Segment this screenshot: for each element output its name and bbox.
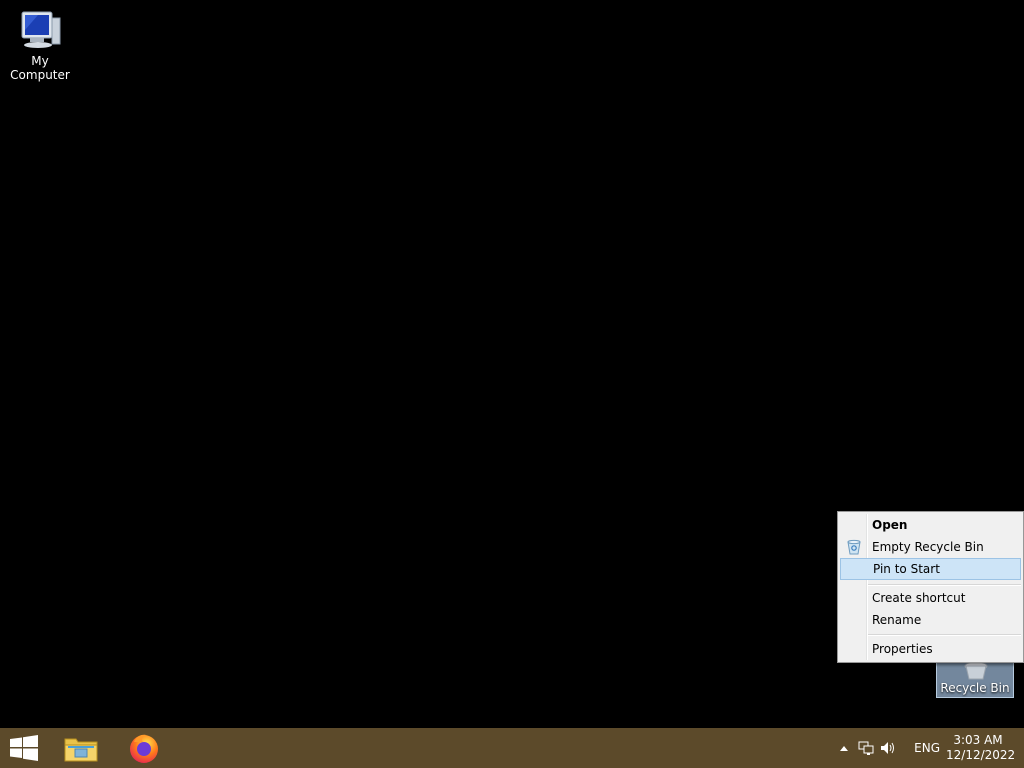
language-indicator[interactable]: ENG xyxy=(914,728,940,768)
menu-separator xyxy=(868,634,1021,636)
show-hidden-icons-chevron[interactable] xyxy=(838,728,850,768)
system-tray: ENG 3:03 AM 12/12/2022 xyxy=(824,728,1024,768)
volume-tray-button[interactable] xyxy=(879,728,897,768)
chevron-up-icon xyxy=(840,746,848,751)
clock-date: 12/12/2022 xyxy=(946,748,1016,762)
menu-item-properties[interactable]: Properties xyxy=(840,638,1021,660)
volume-icon xyxy=(881,742,894,754)
network-icon xyxy=(858,741,874,755)
firefox-icon xyxy=(130,734,158,763)
recycle-bin-small-icon xyxy=(847,539,861,555)
taskbar-firefox[interactable] xyxy=(120,728,168,768)
menu-item-label: Rename xyxy=(872,613,922,627)
menu-item-rename[interactable]: Rename xyxy=(840,609,1021,631)
menu-item-label: Pin to Start xyxy=(873,562,940,576)
menu-item-label: Create shortcut xyxy=(872,591,966,605)
menu-item-label: Open xyxy=(872,518,908,532)
menu-item-create-shortcut[interactable]: Create shortcut xyxy=(840,587,1021,609)
taskbar-clock[interactable]: 3:03 AM 12/12/2022 xyxy=(946,733,1016,763)
context-menu: Open Empty Recycle Bin Pin to Start Crea… xyxy=(837,511,1024,663)
taskbar: ENG 3:03 AM 12/12/2022 xyxy=(0,728,1024,768)
menu-item-empty-recycle-bin[interactable]: Empty Recycle Bin xyxy=(840,536,1021,558)
menu-item-open[interactable]: Open xyxy=(840,514,1021,536)
taskbar-file-explorer[interactable] xyxy=(57,728,105,768)
network-tray-button[interactable] xyxy=(857,728,875,768)
clock-time: 3:03 AM xyxy=(953,733,1003,747)
desktop-icon-label: Recycle Bin xyxy=(940,681,1010,695)
start-button[interactable] xyxy=(0,728,48,768)
menu-item-pin-to-start[interactable]: Pin to Start xyxy=(840,558,1021,580)
recycle-bin-icon xyxy=(964,661,988,680)
desktop-icon-my-computer[interactable]: My Computer xyxy=(0,8,80,82)
computer-icon xyxy=(21,11,61,48)
menu-item-label: Empty Recycle Bin xyxy=(872,540,984,554)
windows-start-icon xyxy=(10,735,38,761)
desktop-icon-label: My Computer xyxy=(10,54,70,82)
menu-item-label: Properties xyxy=(872,642,933,656)
desktop-icon-recycle-bin[interactable]: Recycle Bin xyxy=(936,660,1014,698)
menu-separator xyxy=(868,584,1021,586)
file-explorer-icon xyxy=(64,738,98,762)
